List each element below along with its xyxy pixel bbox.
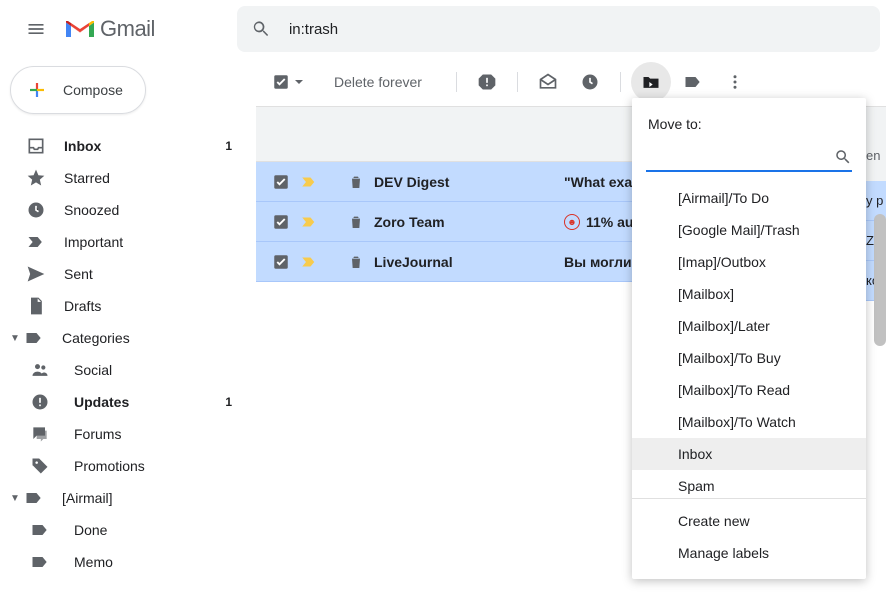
sidebar-item-promotions[interactable]: Promotions xyxy=(0,450,256,482)
important-marker-icon[interactable] xyxy=(300,213,318,231)
move-to-option[interactable]: [Mailbox] xyxy=(632,278,866,310)
important-marker-icon[interactable] xyxy=(300,253,318,271)
labels-button[interactable] xyxy=(673,62,713,102)
sidebar-item-starred[interactable]: Starred xyxy=(0,162,256,194)
row-checkbox[interactable] xyxy=(272,173,290,191)
label-icon xyxy=(30,552,50,572)
search-input[interactable]: in:trash xyxy=(289,21,338,38)
move-to-button[interactable] xyxy=(631,62,671,102)
chevron-down-icon: ▼ xyxy=(6,493,24,504)
move-to-option[interactable]: Inbox xyxy=(632,438,866,470)
row-checkbox[interactable] xyxy=(272,213,290,231)
sidebar-item-memo[interactable]: Memo xyxy=(0,546,256,578)
row-checkbox[interactable] xyxy=(272,253,290,271)
move-to-option[interactable]: [Airmail]/To Do xyxy=(632,182,866,214)
sidebar-item-updates[interactable]: Updates 1 xyxy=(0,386,256,418)
sidebar-item-snoozed[interactable]: Snoozed xyxy=(0,194,256,226)
chevron-down-icon xyxy=(294,77,304,87)
main-menu-button[interactable] xyxy=(12,19,60,39)
sidebar-item-done[interactable]: Done xyxy=(0,514,256,546)
search-icon xyxy=(834,148,852,166)
compose-label: Compose xyxy=(63,82,123,98)
badge-icon: ☻ xyxy=(564,214,580,230)
sidebar-item-important[interactable]: Important xyxy=(0,226,256,258)
gmail-text: Gmail xyxy=(100,16,155,42)
popup-title: Move to: xyxy=(632,98,866,144)
forums-icon xyxy=(30,424,50,444)
updates-icon xyxy=(30,392,50,412)
sender: DEV Digest xyxy=(374,174,554,190)
report-spam-button[interactable] xyxy=(467,62,507,102)
promotions-icon xyxy=(30,456,50,476)
sender: LiveJournal xyxy=(374,254,554,270)
inbox-icon xyxy=(26,136,46,156)
clock-icon xyxy=(26,200,46,220)
label-icon xyxy=(30,520,50,540)
sidebar: Compose Inbox 1 Starred Snoozed Importan… xyxy=(0,58,256,595)
plus-icon xyxy=(25,78,49,102)
trash-icon xyxy=(348,214,364,230)
move-to-option[interactable]: [Mailbox]/Later xyxy=(632,310,866,342)
sender: Zoro Team xyxy=(374,214,554,230)
move-to-footer-action[interactable]: Manage labels xyxy=(632,537,866,569)
trash-icon xyxy=(348,254,364,270)
sidebar-item-inbox[interactable]: Inbox 1 xyxy=(0,130,256,162)
gmail-logo[interactable]: Gmail xyxy=(64,16,155,42)
more-button[interactable] xyxy=(715,62,755,102)
search-icon xyxy=(251,19,271,39)
popup-search-input[interactable] xyxy=(646,144,852,172)
label-icon xyxy=(24,488,44,508)
snooze-button[interactable] xyxy=(570,62,610,102)
move-to-option[interactable]: [Mailbox]/To Read xyxy=(632,374,866,406)
move-to-footer-action[interactable]: Create new xyxy=(632,505,866,537)
obscured-text: en xyxy=(866,129,886,181)
sidebar-item-drafts[interactable]: Drafts xyxy=(0,290,256,322)
move-to-option[interactable]: [Mailbox]/To Buy xyxy=(632,342,866,374)
trash-icon xyxy=(348,174,364,190)
chevron-down-icon: ▼ xyxy=(6,333,24,344)
move-to-option[interactable]: [Imap]/Outbox xyxy=(632,246,866,278)
delete-forever-button[interactable]: Delete forever xyxy=(328,74,428,90)
important-icon xyxy=(26,232,46,252)
search-bar[interactable]: in:trash xyxy=(237,6,880,52)
move-to-popup: Move to: [Airmail]/To Do[Google Mail]/Tr… xyxy=(632,98,866,579)
mark-read-button[interactable] xyxy=(528,62,568,102)
sidebar-item-categories[interactable]: ▼ Categories xyxy=(0,322,256,354)
drafts-icon xyxy=(26,296,46,316)
star-icon xyxy=(26,168,46,188)
sidebar-item-airmail[interactable]: ▼ [Airmail] xyxy=(0,482,256,514)
select-all-checkbox[interactable] xyxy=(272,73,304,91)
social-icon xyxy=(30,360,50,380)
move-to-option[interactable]: [Mailbox]/To Watch xyxy=(632,406,866,438)
sent-icon xyxy=(26,264,46,284)
sidebar-item-social[interactable]: Social xyxy=(0,354,256,386)
sidebar-item-forums[interactable]: Forums xyxy=(0,418,256,450)
sidebar-item-sent[interactable]: Sent xyxy=(0,258,256,290)
categories-icon xyxy=(24,328,44,348)
compose-button[interactable]: Compose xyxy=(10,66,146,114)
scrollbar[interactable] xyxy=(874,214,886,346)
important-marker-icon[interactable] xyxy=(300,173,318,191)
move-to-option[interactable]: [Google Mail]/Trash xyxy=(632,214,866,246)
